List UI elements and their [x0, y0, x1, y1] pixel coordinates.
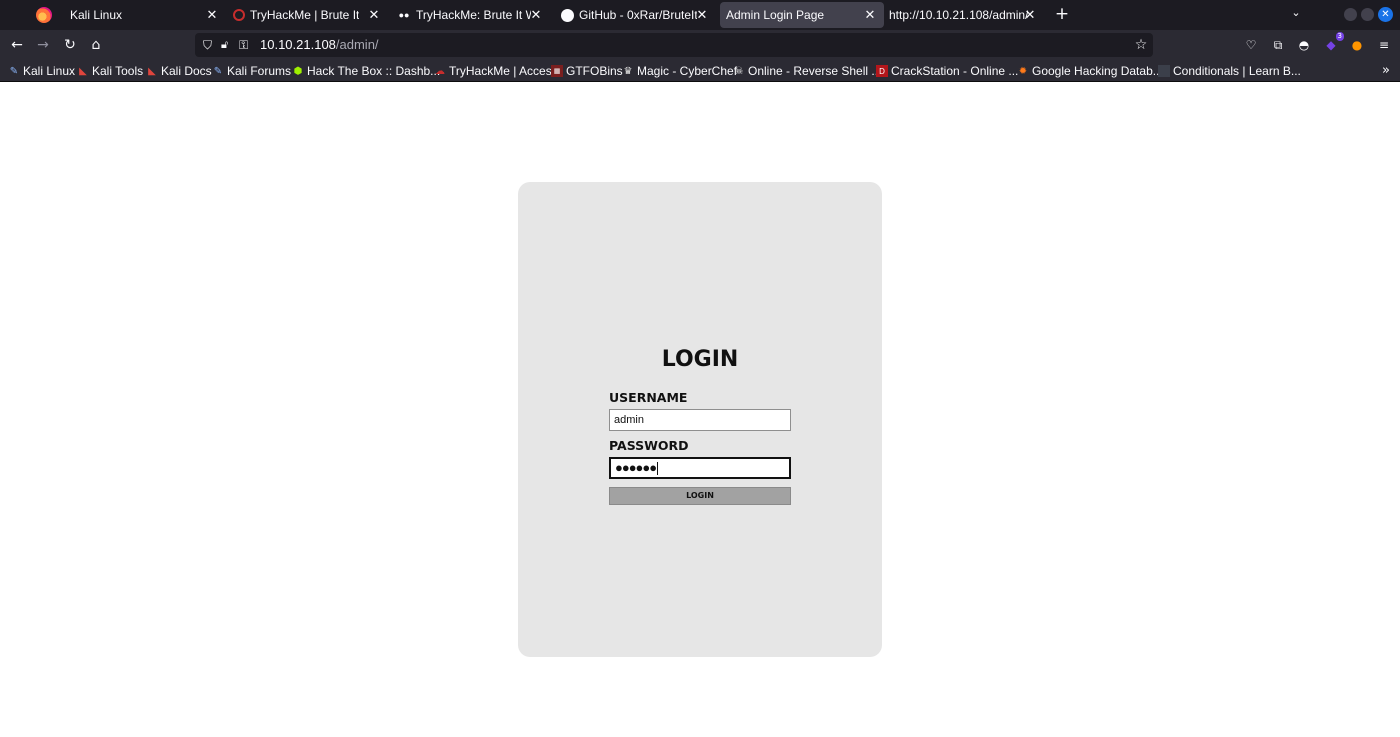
back-arrow-icon[interactable]: ←	[8, 36, 26, 54]
bookmark-kali-tools[interactable]: ◣ Kali Tools	[77, 63, 143, 79]
key-icon[interactable]: ⚿	[239, 37, 255, 53]
bookmark-label: Kali Forums	[227, 64, 292, 78]
kali-dragon-icon: ✎	[9, 65, 19, 77]
window-close-icon[interactable]: ✕	[1378, 7, 1393, 22]
bookmark-star-icon[interactable]: ☆	[1133, 37, 1149, 53]
tab-close-icon[interactable]: ✕	[366, 7, 382, 23]
tab-close-icon[interactable]: ✕	[694, 7, 710, 23]
kali-docs-icon: ◣	[148, 65, 156, 77]
chevron-double-right-icon[interactable]: »	[1378, 63, 1394, 79]
bookmark-label: TryHackMe | Access	[449, 64, 558, 78]
extensions-icon[interactable]: ⧉	[1270, 37, 1286, 53]
bookmark-label: CrackStation - Online ...	[891, 64, 1019, 78]
bookmark-gtfobins[interactable]: ▦ GTFOBins	[551, 63, 623, 79]
bookmark-kali-linux[interactable]: ✎ Kali Linux	[8, 63, 75, 79]
login-button[interactable]: LOGIN	[609, 487, 791, 505]
tab-tryhackme-walkthrough[interactable]: ●● TryHackMe: Brute It Walk ✕	[392, 2, 550, 28]
bookmark-kali-docs[interactable]: ◣ Kali Docs	[146, 63, 212, 79]
login-card: LOGIN USERNAME PASSWORD ●●●●●● LOGIN	[518, 182, 882, 657]
extension-badge: 3	[1335, 32, 1344, 41]
password-label: PASSWORD	[609, 438, 689, 453]
tab-kali-linux[interactable]: Kali Linux ✕	[62, 2, 226, 28]
extension-icon[interactable]: ◆ 3	[1323, 32, 1344, 53]
tab-admin-login-page[interactable]: Admin Login Page ✕	[720, 2, 884, 28]
kali-tools-icon: ◣	[79, 65, 87, 77]
url-path: /admin/	[335, 37, 379, 52]
hat-extension-icon[interactable]: ◓	[1296, 37, 1312, 53]
maximize-icon[interactable]	[1361, 8, 1374, 21]
bookmark-cyberchef[interactable]: ♛ Magic - CyberChef	[622, 63, 738, 79]
bookmark-label: Online - Reverse Shell ...	[748, 64, 882, 78]
gtfobins-icon: ▦	[551, 65, 563, 77]
firefox-menu-icon[interactable]	[36, 7, 52, 23]
bookmark-label: GTFOBins	[566, 64, 623, 78]
kali-dragon-icon: ✎	[213, 65, 223, 77]
forward-arrow-icon[interactable]: →	[34, 36, 52, 54]
bookmark-conditionals[interactable]: Conditionals | Learn B...	[1158, 63, 1301, 79]
bookmark-kali-forums[interactable]: ✎ Kali Forums	[212, 63, 291, 79]
crackstation-icon: D	[876, 65, 888, 77]
hamburger-menu-icon[interactable]: ≡	[1376, 37, 1392, 53]
navigation-toolbar: ← → ↻ ⌂ ⛉ 🔓︎ ⚿ 10.10.21.108/admin/ ☆ ♡ ⧉…	[0, 30, 1400, 60]
skull-icon: ☠	[734, 65, 744, 77]
profile-extension-icon[interactable]: ●	[1349, 37, 1365, 53]
password-input[interactable]: ●●●●●●	[609, 457, 791, 479]
tab-close-icon[interactable]: ✕	[528, 7, 544, 23]
learn-icon	[1158, 65, 1170, 77]
github-icon	[561, 8, 574, 22]
bookmarks-toolbar: ✎ Kali Linux ◣ Kali Tools ◣ Kali Docs ✎ …	[0, 60, 1400, 82]
bookmark-label: Google Hacking Datab...	[1032, 64, 1163, 78]
bookmark-label: Magic - CyberChef	[637, 64, 738, 78]
tab-title: Kali Linux	[70, 8, 123, 22]
bookmark-label: Kali Tools	[92, 64, 144, 78]
url-bar[interactable]: ⛉ 🔓︎ ⚿ 10.10.21.108/admin/ ☆	[195, 33, 1153, 57]
tab-close-icon[interactable]: ✕	[1022, 7, 1038, 23]
minimize-icon[interactable]	[1344, 8, 1357, 21]
tab-close-icon[interactable]: ✕	[862, 7, 878, 23]
username-label: USERNAME	[609, 390, 688, 405]
new-tab-icon[interactable]: +	[1052, 4, 1072, 24]
chevron-down-icon[interactable]: ⌄	[1288, 6, 1304, 22]
bookmark-reverse-shell[interactable]: ☠ Online - Reverse Shell ...	[733, 63, 882, 79]
url-text[interactable]: 10.10.21.108/admin/	[260, 37, 379, 53]
bookmark-label: Hack The Box :: Dashb...	[307, 64, 441, 78]
tab-close-icon[interactable]: ✕	[204, 7, 220, 23]
bookmark-tryhackme-access[interactable]: ☁ TryHackMe | Access	[434, 63, 558, 79]
tab-title: Admin Login Page	[726, 8, 825, 22]
htb-cube-icon: ⬢	[293, 65, 303, 77]
bookmark-label: Kali Linux	[23, 64, 76, 78]
tab-tryhackme-brute-it[interactable]: TryHackMe | Brute It ✕	[228, 2, 388, 28]
exploitdb-icon: ✹	[1018, 65, 1028, 77]
tab-strip: Kali Linux ✕ TryHackMe | Brute It ✕ ●● T…	[0, 0, 1400, 30]
pocket-icon[interactable]: ♡	[1243, 37, 1259, 53]
bookmark-crackstation[interactable]: D CrackStation - Online ...	[876, 63, 1018, 79]
password-masked-value: ●●●●●●	[615, 460, 659, 476]
cyberchef-icon: ♛	[623, 65, 633, 77]
tryhackme-icon: ☁	[435, 65, 445, 77]
tracking-shield-icon[interactable]: ⛉	[203, 38, 215, 52]
tab-title: GitHub - 0xRar/BruteIt-W	[579, 8, 697, 22]
tab-title: TryHackMe | Brute It	[250, 8, 360, 22]
tab-admin-url[interactable]: http://10.10.21.108/admin/ ✕	[884, 2, 1044, 28]
tab-github[interactable]: GitHub - 0xRar/BruteIt-W ✕	[556, 2, 716, 28]
tryhackme-icon	[233, 9, 245, 21]
login-title: LOGIN	[661, 347, 739, 372]
home-icon[interactable]: ⌂	[87, 36, 105, 54]
bookmark-hack-the-box[interactable]: ⬢ Hack The Box :: Dashb...	[292, 63, 441, 79]
bookmark-google-hacking-db[interactable]: ✹ Google Hacking Datab...	[1017, 63, 1163, 79]
medium-icon: ●●	[398, 10, 410, 20]
insecure-lock-icon[interactable]: 🔓︎	[221, 38, 233, 52]
text-caret	[657, 462, 659, 476]
username-input[interactable]	[609, 409, 791, 431]
bookmark-label: Conditionals | Learn B...	[1173, 64, 1301, 78]
url-host: 10.10.21.108	[260, 37, 336, 52]
bookmark-label: Kali Docs	[161, 64, 212, 78]
tab-title: http://10.10.21.108/admin/	[889, 8, 1029, 22]
page-content: LOGIN USERNAME PASSWORD ●●●●●● LOGIN	[0, 82, 1400, 737]
tab-title: TryHackMe: Brute It Walk	[416, 8, 531, 22]
reload-icon[interactable]: ↻	[61, 36, 79, 54]
